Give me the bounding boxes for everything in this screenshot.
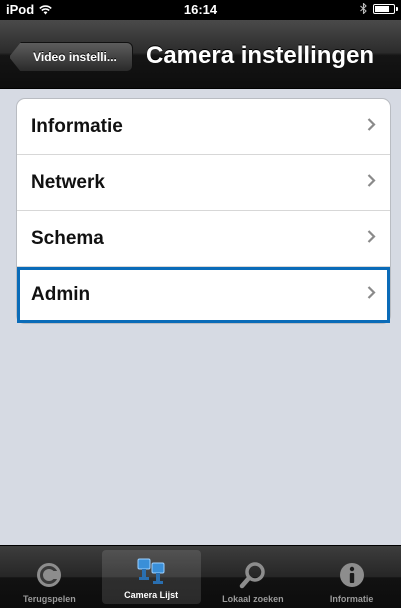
- settings-list: Informatie Netwerk Schema Admin: [16, 98, 391, 324]
- list-item-label: Informatie: [31, 115, 123, 137]
- battery-icon: [373, 3, 398, 14]
- search-icon: [238, 560, 268, 590]
- tab-label: Terugspelen: [22, 594, 76, 604]
- list-item-label: Admin: [31, 284, 91, 305]
- status-right: [360, 3, 398, 14]
- navigation-bar: Video instelli... Camera instellingen: [0, 20, 401, 89]
- tab-bar: Terugspelen Camera Lijst Lokaal zoeken I…: [0, 545, 401, 608]
- chevron-right-icon: [367, 117, 376, 136]
- list-item-admin[interactable]: Admin: [17, 267, 390, 323]
- info-icon: [337, 560, 367, 590]
- playback-icon: [34, 560, 64, 590]
- bluetooth-icon: [360, 3, 367, 14]
- status-time: 16:14: [183, 2, 218, 17]
- battery-level: [375, 5, 390, 12]
- screen: iPod 16:14 Video instelli... Camera inst…: [0, 0, 401, 608]
- tab-lokaal-zoeken[interactable]: Lokaal zoeken: [204, 546, 303, 608]
- list-item-informatie[interactable]: Informatie: [17, 99, 390, 155]
- status-bar: iPod 16:14: [0, 0, 401, 20]
- chevron-right-icon: [367, 229, 376, 248]
- camera-list-icon: [136, 556, 166, 586]
- back-button[interactable]: Video instelli...: [9, 42, 133, 72]
- chevron-right-icon: [367, 173, 376, 192]
- tab-label: Camera Lijst: [124, 590, 179, 600]
- list-item-label: Schema: [31, 227, 104, 249]
- tab-label: Lokaal zoeken: [222, 594, 284, 604]
- list-item-netwerk[interactable]: Netwerk: [17, 155, 390, 211]
- tab-terugspelen[interactable]: Terugspelen: [0, 546, 99, 608]
- list-item-label: Netwerk: [31, 171, 105, 193]
- list-item-schema[interactable]: Schema: [17, 211, 390, 267]
- tab-camera-lijst[interactable]: Camera Lijst: [101, 550, 201, 604]
- chevron-right-icon: [367, 286, 376, 305]
- tab-informatie[interactable]: Informatie: [302, 546, 401, 608]
- tab-label: Informatie: [329, 594, 374, 604]
- page-title: Camera instellingen: [146, 42, 375, 69]
